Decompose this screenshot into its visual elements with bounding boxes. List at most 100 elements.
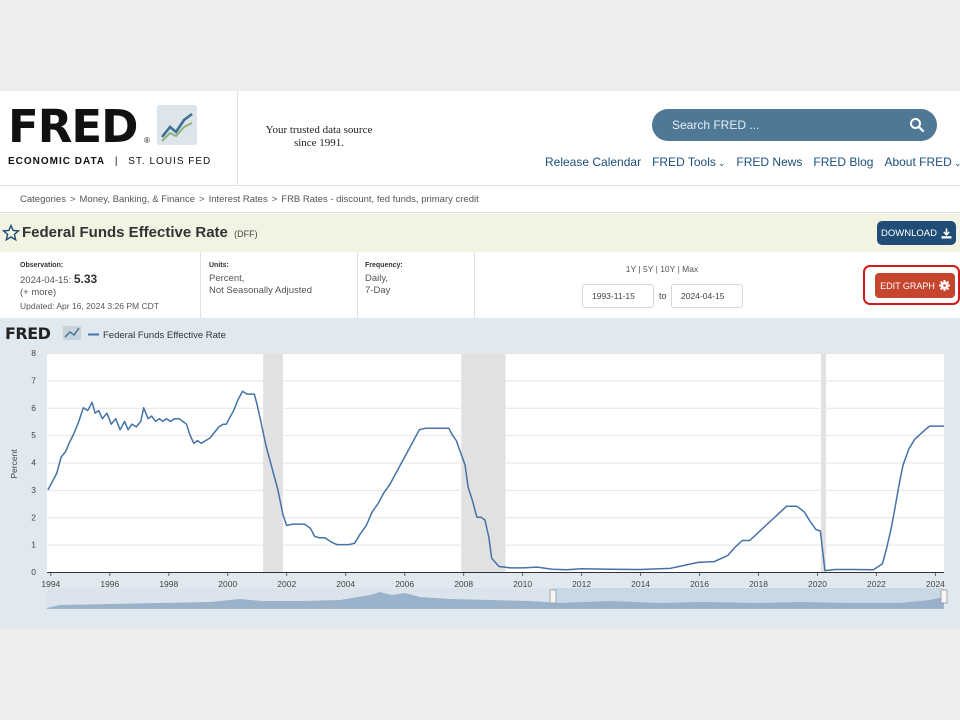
range-1y[interactable]: 1Y — [626, 264, 636, 274]
breadcrumb-categories[interactable]: Categories — [20, 194, 66, 205]
header-divider — [237, 91, 238, 185]
x-tick-label-2014: 2014 — [631, 579, 650, 589]
frequency-block: Frequency: Daily, 7-Day — [365, 260, 403, 298]
units-line2: Not Seasonally Adjusted — [209, 285, 312, 296]
range-separator: | — [655, 264, 658, 274]
range-separator: | — [677, 264, 680, 274]
x-tick-label-2004: 2004 — [336, 579, 355, 589]
series-title: Federal Funds Effective Rate (DFF) — [22, 224, 258, 241]
breadcrumb-money-banking[interactable]: Money, Banking, & Finance — [80, 194, 195, 205]
y-tick-label-0: 0 — [31, 567, 36, 577]
x-tick-label-2008: 2008 — [454, 579, 473, 589]
series-title-text: Federal Funds Effective Rate — [22, 224, 228, 241]
edit-graph-button[interactable]: EDIT GRAPH — [875, 273, 955, 298]
chart-panel: 0 1 2 3 4 5 6 7 8 1994 1996 1998 2000 2002 2004 2006 20… — [0, 318, 960, 629]
logo-graph-icon — [157, 105, 197, 145]
star-icon[interactable] — [2, 224, 20, 242]
breadcrumb-bar: Categories > Money, Banking, & Finance > Int… — [0, 185, 960, 213]
nav-about-fred[interactable]: About FRED ⌄ — [884, 155, 960, 169]
series-id: (DFF) — [234, 229, 258, 239]
x-tick-label-2016: 2016 — [690, 579, 709, 589]
chevron-down-icon: ⌄ — [953, 158, 960, 168]
nav-release-calendar[interactable]: Release Calendar — [545, 155, 641, 169]
x-tick-label-1994: 1994 — [41, 579, 60, 589]
fred-logo[interactable]: FRED ® ECONOMIC DATA | ST. LOUIS FED — [8, 100, 212, 173]
meta-divider — [357, 252, 358, 318]
breadcrumb-frb-rates[interactable]: FRB Rates - discount, fed funds, primary… — [281, 194, 478, 205]
frequency-line2: 7-Day — [365, 285, 391, 296]
start-date-input[interactable] — [582, 284, 654, 308]
logo-wordmark: FRED — [8, 100, 138, 153]
edit-graph-label: EDIT GRAPH — [880, 280, 935, 291]
units-label: Units: — [209, 262, 229, 269]
search-icon[interactable] — [909, 117, 925, 133]
line-chart[interactable]: 0 1 2 3 4 5 6 7 8 1994 1996 1998 2000 2002 2004 2006 20… — [0, 318, 960, 629]
download-icon — [941, 228, 952, 238]
legend: Federal Funds Effective Rate — [88, 330, 226, 341]
nav-fred-blog[interactable]: FRED Blog — [813, 155, 873, 169]
y-axis-label: Percent — [9, 449, 19, 479]
x-tick-label-2020: 2020 — [808, 579, 827, 589]
y-tick-label-6: 6 — [31, 403, 36, 413]
main-nav: Release Calendar FRED Tools ⌄ FRED News F… — [545, 155, 960, 169]
gear-icon — [938, 280, 950, 291]
y-tick-label-2: 2 — [31, 512, 36, 522]
range-navigator[interactable] — [47, 588, 948, 609]
x-tick-label-2012: 2012 — [572, 579, 591, 589]
chevron-down-icon: ⌄ — [717, 158, 726, 168]
chart-logo: FRED — [5, 324, 81, 343]
download-button[interactable]: DOWNLOAD — [877, 221, 956, 245]
x-axis-ticks: 1994 1996 1998 2000 2002 2004 2006 2008 2010 2012… — [41, 572, 945, 589]
y-axis-ticks: 0 1 2 3 4 5 6 7 8 — [31, 348, 36, 577]
site-header: FRED ® ECONOMIC DATA | ST. LOUIS FED You… — [0, 91, 960, 185]
frequency-line1: Daily, — [365, 272, 389, 284]
range-10y[interactable]: 10Y — [660, 264, 675, 274]
navigator-handle-left[interactable] — [549, 589, 557, 604]
chart-logo-text: FRED — [5, 324, 51, 343]
meta-divider — [200, 252, 201, 318]
breadcrumb-separator: > — [199, 194, 205, 205]
x-tick-label-2006: 2006 — [395, 579, 414, 589]
chart-logo-graph-icon — [63, 326, 81, 340]
more-observations-link[interactable]: (+ more) — [20, 287, 159, 300]
end-date-input[interactable] — [671, 284, 743, 308]
range-max[interactable]: Max — [682, 264, 698, 274]
download-label: DOWNLOAD — [881, 227, 937, 239]
navigator-handle-right[interactable] — [940, 589, 948, 604]
registered-mark: ® — [144, 136, 150, 145]
range-separator: | — [638, 264, 641, 274]
y-tick-label-7: 7 — [31, 375, 36, 385]
nav-fred-news[interactable]: FRED News — [736, 155, 802, 169]
observation-date: 2024-04-15: — [20, 274, 72, 286]
y-tick-label-3: 3 — [31, 485, 36, 495]
observation-value: 5.33 — [73, 271, 98, 286]
breadcrumb-interest-rates[interactable]: Interest Rates — [209, 194, 268, 205]
units-line1: Percent, — [209, 272, 245, 284]
logo-subtitle: ECONOMIC DATA | ST. LOUIS FED — [8, 156, 212, 167]
fred-page: FRED ® ECONOMIC DATA | ST. LOUIS FED You… — [0, 91, 960, 629]
legend-label: Federal Funds Effective Rate — [103, 330, 226, 341]
updated-text: Updated: Apr 16, 2024 3:26 PM CDT — [20, 300, 159, 311]
x-tick-label-1998: 1998 — [159, 579, 178, 589]
search-input[interactable] — [672, 116, 892, 134]
series-title-bar: Federal Funds Effective Rate (DFF) DOWNL… — [0, 214, 960, 252]
y-tick-label-1: 1 — [31, 540, 36, 550]
x-tick-label-2010: 2010 — [513, 579, 532, 589]
x-tick-label-2022: 2022 — [867, 579, 886, 589]
y-tick-label-4: 4 — [31, 458, 36, 468]
search-bar — [652, 109, 937, 141]
meta-divider — [474, 252, 475, 318]
tagline: Your trusted data source since 1991. — [265, 124, 373, 149]
y-tick-label-5: 5 — [31, 430, 36, 440]
to-label: to — [659, 291, 667, 301]
date-range-links: 1Y | 5Y | 10Y | Max — [582, 264, 742, 274]
x-tick-label-2018: 2018 — [749, 579, 768, 589]
breadcrumb: Categories > Money, Banking, & Finance > Int… — [20, 194, 479, 205]
y-tick-label-8: 8 — [31, 348, 36, 358]
nav-fred-tools[interactable]: FRED Tools ⌄ — [652, 155, 725, 169]
frequency-label: Frequency: — [365, 262, 403, 269]
range-5y[interactable]: 5Y — [643, 264, 653, 274]
series-meta: Observation: 2024-04-15: 5.33 (+ more) U… — [0, 252, 960, 318]
x-tick-label-2024: 2024 — [926, 579, 945, 589]
breadcrumb-separator: > — [271, 194, 278, 205]
